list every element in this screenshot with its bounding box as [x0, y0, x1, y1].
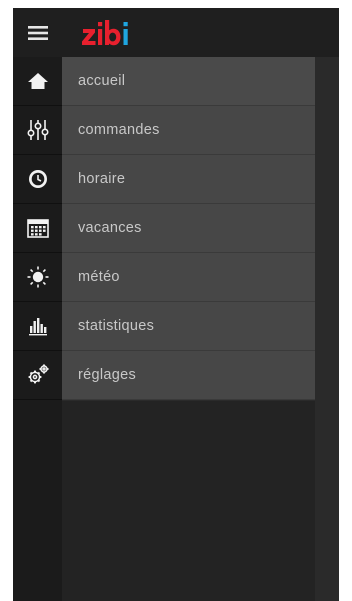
- menu-item-label: statistiques: [62, 302, 315, 351]
- menu-item-label: horaire: [62, 155, 315, 204]
- menu-item-vacances[interactable]: vacances: [13, 204, 315, 253]
- menu-item-label: météo: [62, 253, 315, 302]
- menu-toggle-button[interactable]: [13, 8, 62, 57]
- menu-item-statistiques[interactable]: statistiques: [13, 302, 315, 351]
- clock-icon: [28, 170, 47, 188]
- gears-icon: [28, 364, 48, 384]
- menu-item-label: accueil: [62, 57, 315, 106]
- zibi-logo: [82, 20, 128, 46]
- top-bar: [13, 8, 339, 57]
- home-icon: [27, 73, 48, 89]
- menu-item-meteo[interactable]: météo: [13, 253, 315, 302]
- hamburger-icon: [27, 25, 48, 40]
- menu-item-commandes[interactable]: commandes: [13, 106, 315, 155]
- bar-chart-icon: [28, 318, 47, 336]
- side-menu: accueil commandes horaire vacances météo…: [13, 57, 315, 400]
- menu-item-label: réglages: [62, 351, 315, 400]
- sun-icon: [27, 266, 48, 288]
- calendar-icon: [26, 219, 49, 238]
- menu-item-label: commandes: [62, 106, 315, 155]
- menu-item-accueil[interactable]: accueil: [13, 57, 315, 106]
- menu-panel-empty-area: [62, 401, 315, 601]
- app-window: accueil commandes horaire vacances météo…: [13, 8, 339, 601]
- menu-item-horaire[interactable]: horaire: [13, 155, 315, 204]
- menu-item-label: vacances: [62, 204, 315, 253]
- menu-item-reglages[interactable]: réglages: [13, 351, 315, 400]
- sliders-icon: [26, 120, 49, 140]
